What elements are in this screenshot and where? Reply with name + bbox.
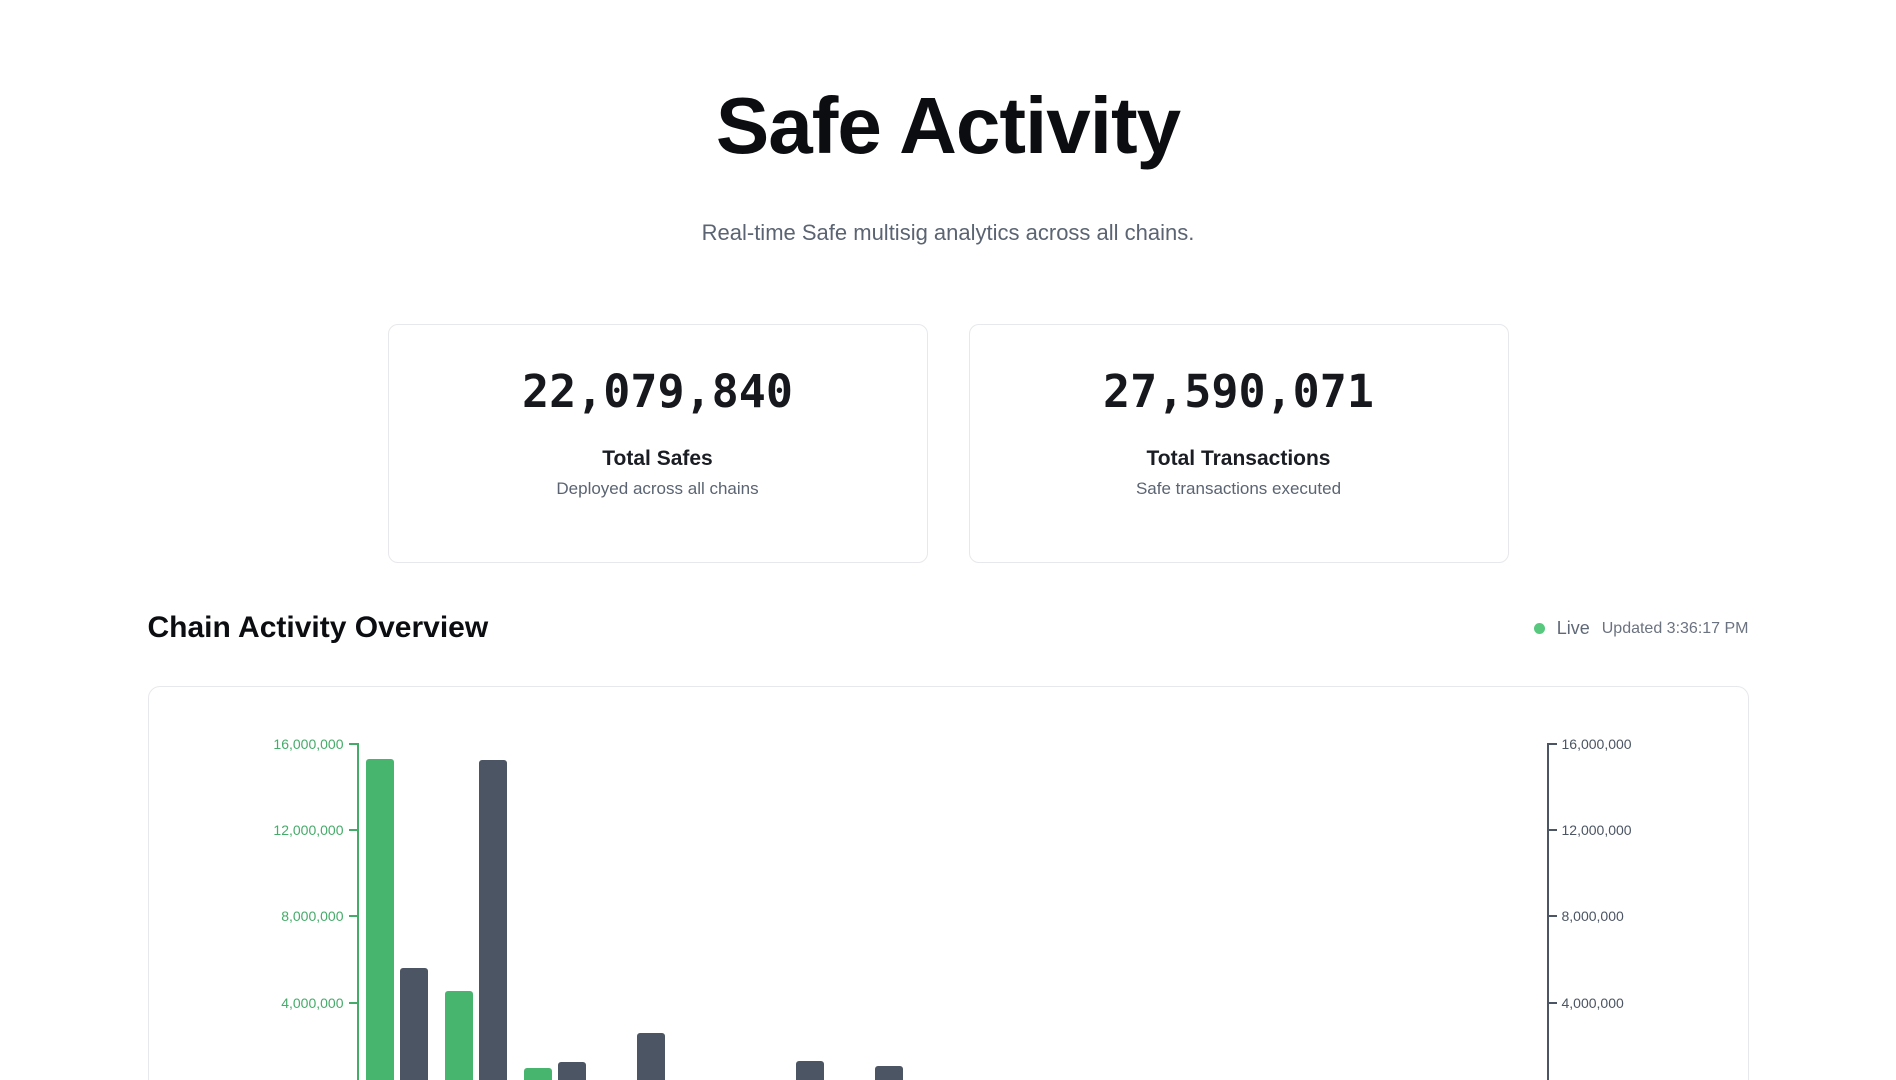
left-axis-tick [349,829,357,831]
stat-card-total-safes: 22,079,840 Total Safes Deployed across a… [388,324,928,563]
stat-card-total-transactions: 27,590,071 Total Transactions Safe trans… [969,324,1509,563]
live-label: Live [1557,618,1590,639]
total-safes-label: Total Safes [389,447,927,470]
page-title: Safe Activity [148,86,1749,166]
right-axis-tick-label: 4,000,000 [1562,995,1672,1011]
bar-green-series-group-2[interactable] [445,991,473,1080]
total-safes-description: Deployed across all chains [389,480,927,499]
right-axis-tick [1549,829,1557,831]
right-axis-tick [1549,743,1557,745]
right-axis-tick [1549,1002,1557,1004]
left-axis-tick [349,743,357,745]
bar-slate-series-group-3[interactable] [558,1062,586,1080]
updated-timestamp: Updated 3:36:17 PM [1602,620,1749,638]
bar-slate-series-group-4[interactable] [637,1033,665,1080]
bar-green-series-group-3[interactable] [524,1068,552,1080]
left-axis-tick-label: 4,000,000 [234,995,344,1011]
left-axis-tick [349,1002,357,1004]
live-status: Live Updated 3:36:17 PM [1534,618,1749,639]
right-axis-tick-label: 16,000,000 [1562,736,1672,752]
left-axis-tick [349,915,357,917]
bar-slate-series-group-1[interactable] [400,968,428,1080]
bar-green-series-group-1[interactable] [366,759,394,1080]
right-axis-tick-label: 8,000,000 [1562,908,1672,924]
left-axis-tick-label: 12,000,000 [234,822,344,838]
stats-row: 22,079,840 Total Safes Deployed across a… [148,324,1749,563]
total-safes-value: 22,079,840 [389,369,927,414]
total-transactions-description: Safe transactions executed [970,480,1508,499]
live-dot-icon [1534,623,1545,634]
bar-slate-series-group-7[interactable] [875,1066,903,1080]
section-heading: Chain Activity Overview [148,611,489,646]
total-transactions-label: Total Transactions [970,447,1508,470]
left-y-axis-line [357,743,359,1080]
left-axis-tick-label: 8,000,000 [234,908,344,924]
right-axis-tick-label: 12,000,000 [1562,822,1672,838]
bar-slate-series-group-2[interactable] [479,760,507,1080]
right-axis-tick [1549,915,1557,917]
section-header-row: Chain Activity Overview Live Updated 3:3… [148,611,1749,646]
chain-activity-chart-card: 16,000,000 16,000,000 12,000,000 12,000,000… [148,686,1749,1080]
total-transactions-value: 27,590,071 [970,369,1508,414]
bar-slate-series-group-6[interactable] [796,1061,824,1080]
page-subtitle: Real-time Safe multisig analytics across… [148,220,1749,246]
left-axis-tick-label: 16,000,000 [234,736,344,752]
page-container: Safe Activity Real-time Safe multisig an… [148,0,1749,1080]
right-y-axis-line [1547,743,1549,1080]
